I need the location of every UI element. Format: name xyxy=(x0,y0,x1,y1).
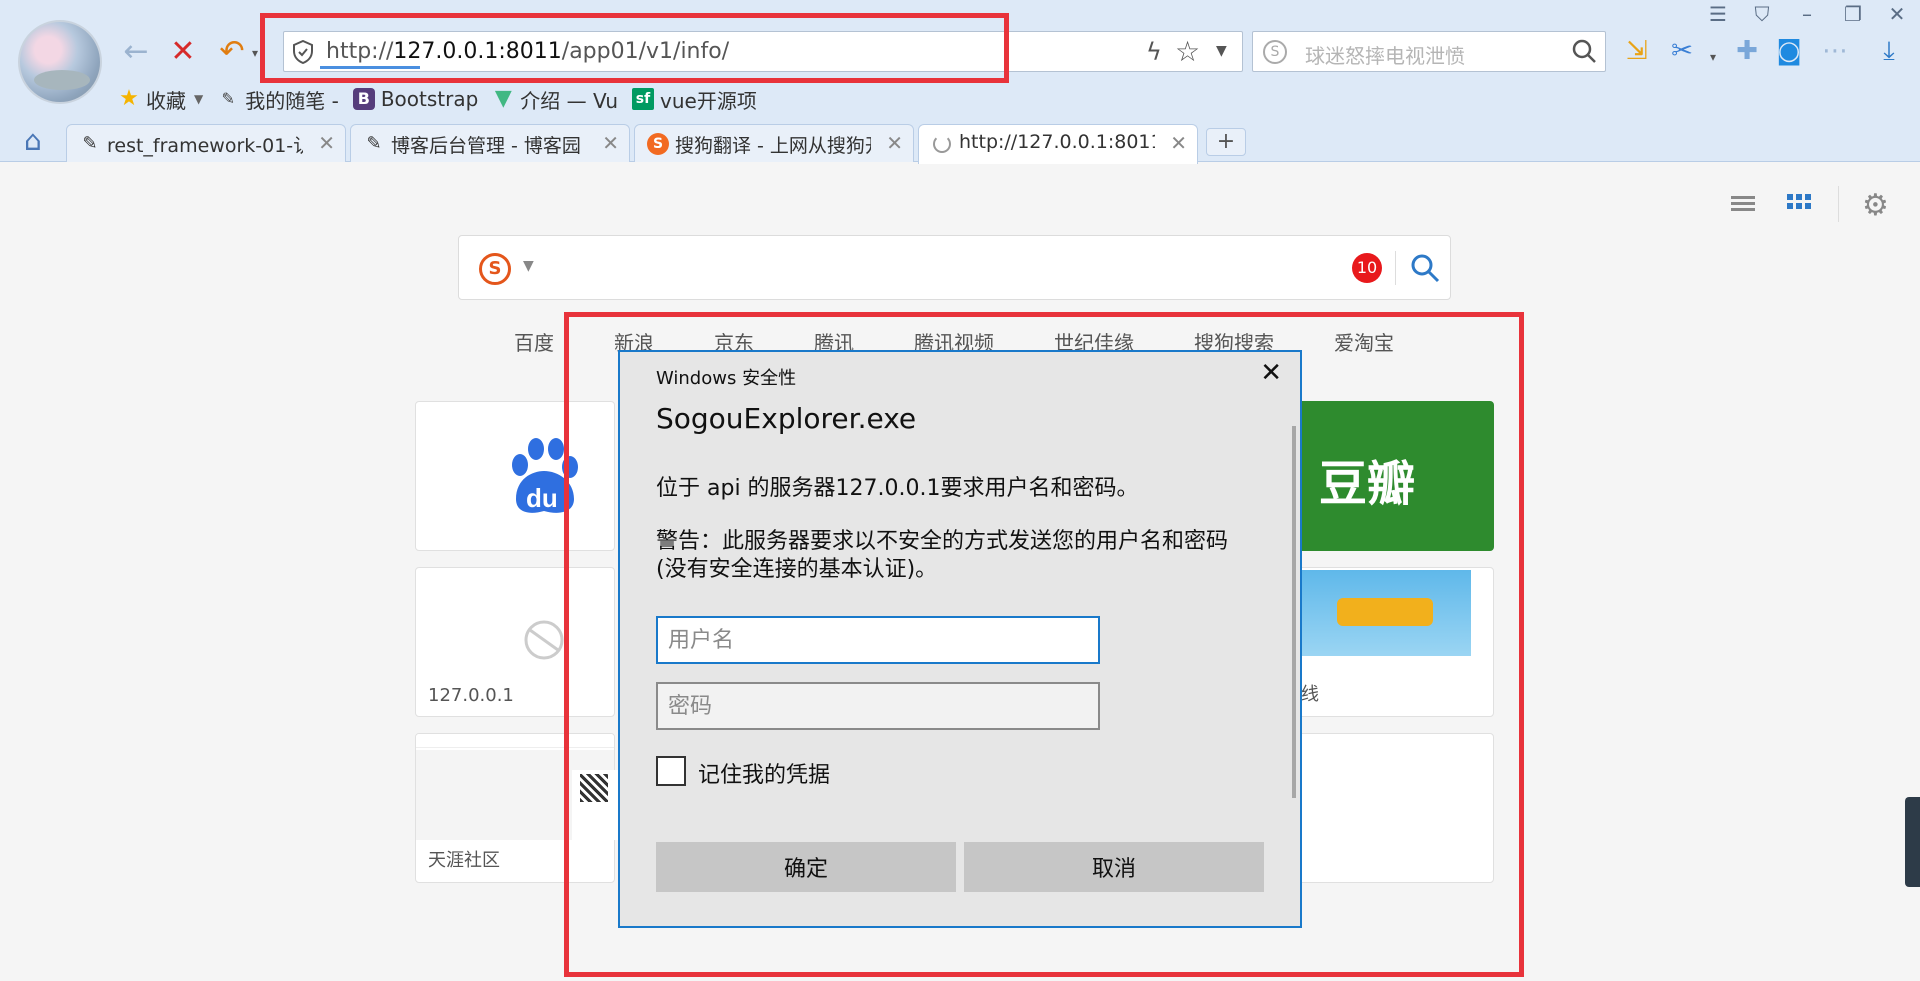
vue-icon: ▼ xyxy=(494,86,512,111)
tab-localhost[interactable]: http://127.0.0.1:8011/app01 ✕ xyxy=(918,124,1198,164)
password-field[interactable] xyxy=(656,682,1100,730)
tab-close-icon[interactable]: ✕ xyxy=(602,131,619,155)
home-icon[interactable]: ⌂ xyxy=(24,126,54,156)
banner-graphic xyxy=(1337,598,1433,626)
divider xyxy=(1838,186,1839,222)
dialog-app-name: SogouExplorer.exe xyxy=(656,402,917,435)
load-progress xyxy=(320,66,420,69)
svg-text:du: du xyxy=(526,483,558,513)
loading-icon xyxy=(933,135,951,153)
blocked-icon xyxy=(524,620,564,660)
chevron-down-icon[interactable]: ▼ xyxy=(1216,43,1227,59)
quick-link[interactable]: 爱淘宝 xyxy=(1334,327,1394,356)
pen-icon: ✎ xyxy=(366,133,382,154)
search-placeholder: 球迷怒摔电视泄愤 xyxy=(1305,44,1465,68)
tab-close-icon[interactable]: ✕ xyxy=(318,131,335,155)
cancel-button[interactable]: 取消 xyxy=(964,842,1264,892)
sogou-icon: S xyxy=(647,133,669,155)
remember-checkbox[interactable] xyxy=(656,756,686,786)
tab-rest-framework[interactable]: ✎ rest_framework-01-认证 ✕ xyxy=(66,124,346,162)
browser-chrome: ← ✕ ↶ ▾ http://127.0.0.1:8011/app01/v1/i… xyxy=(0,0,1920,164)
dialog-warning: 警告：此服务器要求以不安全的方式发送您的用户名和密码(没有安全连接的基本认证)。 xyxy=(656,529,1229,582)
url-text[interactable]: http://127.0.0.1:8011/app01/v1/info/ xyxy=(326,39,729,64)
remember-label: 记住我的凭据 xyxy=(698,763,831,788)
auth-dialog: Windows 安全性 ✕ SogouExplorer.exe 位于 api 的… xyxy=(618,350,1302,928)
grid-view-icon[interactable] xyxy=(1785,190,1813,218)
sogou-logo-icon: S xyxy=(1263,40,1287,64)
username-field[interactable] xyxy=(656,616,1100,664)
douban-logo: 豆瓣 xyxy=(1319,456,1416,512)
chevron-down-icon[interactable]: ▾ xyxy=(252,46,258,60)
stop-icon[interactable]: ✕ xyxy=(163,30,203,74)
tile-localhost[interactable]: 127.0.0.1 xyxy=(415,567,615,717)
browser-search-box[interactable]: S 球迷怒摔电视泄愤 xyxy=(1252,31,1606,72)
shield-icon xyxy=(293,40,313,64)
bookmark-favorites[interactable]: ★ 收藏 ▼ xyxy=(118,85,203,114)
bookmark-vue-projects[interactable]: sf vue开源项 xyxy=(632,85,757,114)
tab-strip: ⌂ ✎ rest_framework-01-认证 ✕ ✎ 博客后台管理 - 博客… xyxy=(0,120,1920,164)
skin-icon[interactable]: ⛉ xyxy=(1747,2,1777,26)
chevron-down-icon[interactable]: ▼ xyxy=(523,258,534,274)
thumbnail-footer xyxy=(1301,656,1471,674)
undo-icon[interactable]: ↶ xyxy=(212,30,252,74)
minimize-icon[interactable]: – xyxy=(1792,2,1822,26)
bookmark-bootstrap[interactable]: B Bootstrap xyxy=(352,87,478,111)
user-avatar[interactable] xyxy=(18,20,102,104)
background-content xyxy=(572,770,618,840)
more-icon[interactable]: ⋯ xyxy=(1818,34,1852,68)
baidu-paw-icon: du xyxy=(512,438,578,513)
search-icon[interactable] xyxy=(1409,252,1441,284)
chevron-down-icon[interactable]: ▾ xyxy=(1696,40,1730,74)
pen-icon: ✎ xyxy=(82,133,98,154)
search-app-icon[interactable]: ◙ xyxy=(1772,34,1806,68)
address-bar[interactable]: http://127.0.0.1:8011/app01/v1/info/ ϟ ☆… xyxy=(283,31,1243,72)
dialog-message: 位于 api 的服务器127.0.0.1要求用户名和密码。 xyxy=(656,476,1139,501)
tab-blog-admin[interactable]: ✎ 博客后台管理 - 博客园 ✕ xyxy=(350,124,630,162)
bookmark-star-icon[interactable]: ☆ xyxy=(1175,35,1200,68)
search-icon[interactable] xyxy=(1571,38,1597,64)
tab-close-icon[interactable]: ✕ xyxy=(886,131,903,155)
divider xyxy=(1395,251,1396,285)
ok-button[interactable]: 确定 xyxy=(656,842,956,892)
bookmarks-bar: ★ 收藏 ▼ ✎ 我的随笔 - B Bootstrap ▼ 介绍 — Vu sf… xyxy=(118,84,771,114)
star-icon: ★ xyxy=(119,86,139,111)
notification-badge[interactable]: 10 xyxy=(1352,253,1382,283)
dialog-title: Windows 安全性 xyxy=(656,368,797,389)
sogou-logo-icon: S xyxy=(479,253,511,285)
chevron-down-icon: ▼ xyxy=(194,92,204,106)
thumbnail-header xyxy=(416,734,614,748)
close-icon[interactable]: ✕ xyxy=(1260,358,1282,388)
scrollbar[interactable] xyxy=(1292,426,1296,798)
new-tab-button[interactable]: + xyxy=(1206,128,1246,156)
close-icon[interactable]: ✕ xyxy=(1882,2,1912,26)
tab-close-icon[interactable]: ✕ xyxy=(1170,131,1187,155)
bootstrap-icon: B xyxy=(352,88,375,110)
qr-code-icon xyxy=(580,774,608,802)
gear-icon[interactable]: ⚙ xyxy=(1862,188,1889,223)
segmentfault-icon: sf xyxy=(632,88,655,110)
import-icon[interactable]: ⇲ xyxy=(1620,34,1654,68)
list-view-icon[interactable] xyxy=(1729,190,1757,218)
bookmark-vue-intro[interactable]: ▼ 介绍 — Vu xyxy=(492,85,618,114)
restore-icon[interactable]: ❐ xyxy=(1838,2,1868,26)
puzzle-icon[interactable]: ✚ xyxy=(1730,34,1764,68)
menu-icon[interactable]: ☰ xyxy=(1703,2,1733,26)
tile-baidu[interactable]: du xyxy=(415,401,615,551)
side-widget[interactable] xyxy=(1905,797,1920,887)
thumbnail-image xyxy=(1301,570,1471,674)
back-arrow-icon[interactable]: ← xyxy=(116,30,156,74)
pen-icon: ✎ xyxy=(221,89,235,108)
bookmark-my-essays[interactable]: ✎ 我的随笔 - xyxy=(217,85,339,114)
download-icon[interactable]: ⤓ xyxy=(1872,34,1906,68)
scissors-icon[interactable]: ✂ xyxy=(1665,34,1699,68)
lightning-icon[interactable]: ϟ xyxy=(1146,38,1162,66)
quick-link[interactable]: 百度 xyxy=(514,327,554,356)
home-search-box[interactable]: S ▼ 10 xyxy=(458,235,1451,300)
tab-sogou-translate[interactable]: S 搜狗翻译 - 上网从搜狗开始 ✕ xyxy=(634,124,914,162)
